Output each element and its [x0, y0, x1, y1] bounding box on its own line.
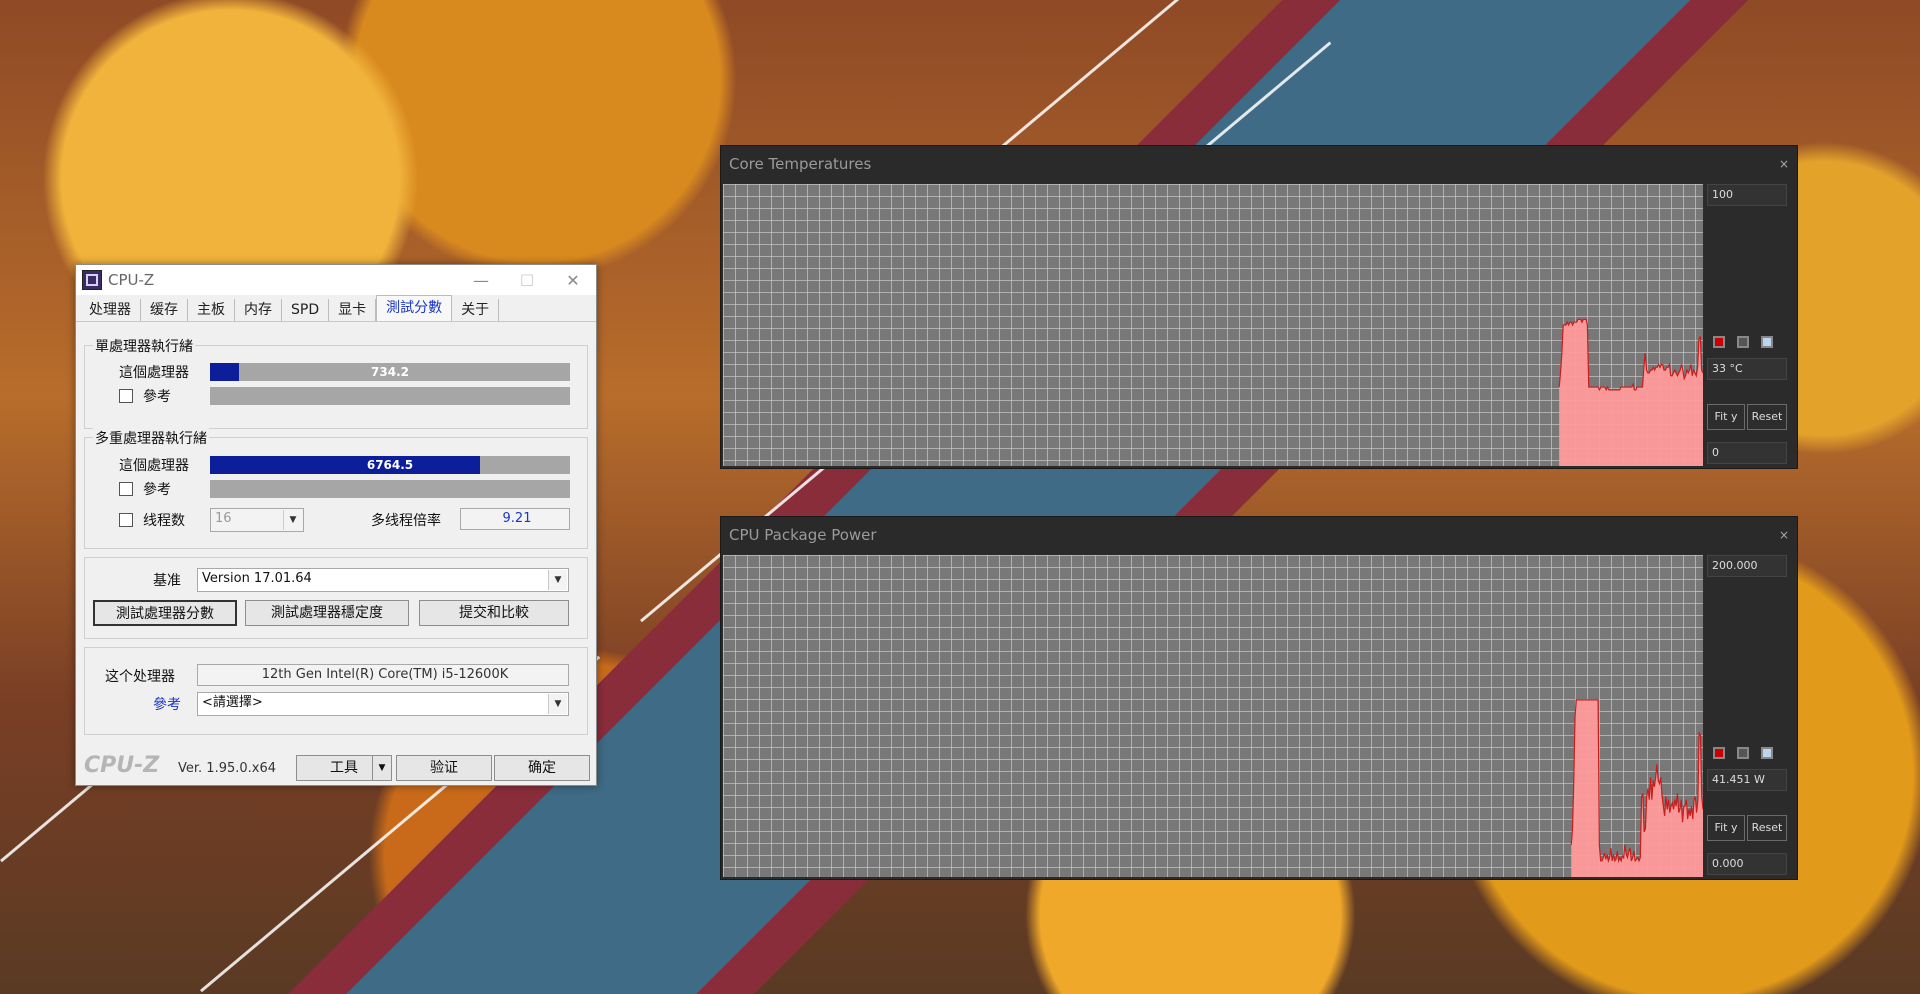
- ref-processor-value: <請選擇>: [202, 695, 263, 710]
- threads-checkbox[interactable]: [119, 513, 133, 527]
- tab-cache[interactable]: 缓存: [141, 299, 188, 321]
- temp-reset-button[interactable]: Reset: [1747, 404, 1787, 430]
- chevron-down-icon: ▼: [372, 756, 391, 780]
- bench-score-button[interactable]: 測試處理器分數: [93, 600, 237, 626]
- color-swatch-blue[interactable]: [1761, 747, 1773, 759]
- ratio-label: 多线程倍率: [371, 513, 441, 529]
- this-processor-label: 这个处理器: [105, 669, 175, 685]
- cpuz-title: CPU-Z: [108, 271, 155, 289]
- tab-bench[interactable]: 測試分數: [376, 295, 453, 321]
- tab-processor[interactable]: 处理器: [80, 299, 141, 321]
- power-fit-y-button[interactable]: Fit y: [1707, 815, 1745, 841]
- bench-group: 基准 Version 17.01.64 ▼ 測試處理器分數 測試處理器穩定度 提…: [84, 557, 588, 639]
- power-plot: [723, 555, 1703, 877]
- stress-button[interactable]: 測試處理器穩定度: [245, 600, 409, 626]
- ok-button[interactable]: 确定: [494, 755, 590, 781]
- bench-version-value: Version 17.01.64: [202, 571, 312, 586]
- single-thread-label: 單處理器執行緒: [93, 336, 195, 356]
- power-series-svg: [1570, 699, 1703, 877]
- cpuz-titlebar[interactable]: CPU-Z — ☐ ✕: [76, 265, 596, 295]
- multi-ref-bar: [210, 480, 570, 498]
- multi-ref-label: 參考: [143, 482, 171, 498]
- processor-group: 这个处理器 12th Gen Intel(R) Core(TM) i5-1260…: [84, 647, 588, 735]
- single-this-bar: 734.2: [210, 363, 570, 381]
- power-series-area: [1571, 699, 1703, 877]
- temp-monitor-title: Core Temperatures: [729, 155, 872, 173]
- power-monitor-titlebar[interactable]: CPU Package Power ×: [721, 517, 1797, 553]
- temp-max-field[interactable]: 100: [1707, 184, 1787, 206]
- single-thread-group: 單處理器執行緒 這個處理器 734.2 參考: [84, 336, 588, 429]
- bench-label: 基准: [153, 573, 181, 589]
- color-swatch-blue[interactable]: [1761, 336, 1773, 348]
- tools-label: 工具: [330, 760, 358, 776]
- tab-bar: 处理器 缓存 主板 内存 SPD 显卡 測試分數 关于: [76, 295, 596, 322]
- color-swatch-gray[interactable]: [1737, 747, 1749, 759]
- single-ref-checkbox[interactable]: [119, 389, 133, 403]
- power-current-field: 41.451 W: [1707, 769, 1787, 791]
- single-ref-label: 參考: [143, 389, 171, 405]
- power-min-field[interactable]: 0.000: [1707, 853, 1787, 875]
- tab-graphics[interactable]: 显卡: [329, 299, 377, 321]
- chevron-down-icon: ▼: [548, 694, 567, 714]
- close-icon[interactable]: ×: [1779, 146, 1789, 182]
- cpuz-app-icon: [82, 270, 102, 290]
- temp-fit-y-button[interactable]: Fit y: [1707, 404, 1745, 430]
- maximize-button[interactable]: ☐: [504, 265, 550, 295]
- close-button[interactable]: ✕: [550, 265, 596, 295]
- temp-plot: [723, 184, 1703, 466]
- color-swatch-red[interactable]: [1713, 747, 1725, 759]
- single-this-label: 這個處理器: [119, 365, 189, 381]
- ref-processor-select[interactable]: <請選擇> ▼: [197, 692, 569, 716]
- multi-thread-group: 多重處理器執行緒 這個處理器 6764.5 參考 线程数 16 ▼ 多线程倍率 …: [84, 428, 588, 549]
- color-swatch-red[interactable]: [1713, 336, 1725, 348]
- threads-value: 16: [215, 511, 232, 526]
- cpuz-window: CPU-Z — ☐ ✕ 处理器 缓存 主板 内存 SPD 显卡 測試分數 关于 …: [75, 264, 597, 786]
- temp-monitor-window: Core Temperatures × 100 33 °C Fit y Rese…: [720, 145, 1798, 469]
- threads-label: 线程数: [143, 513, 185, 529]
- validate-button[interactable]: 验证: [396, 755, 492, 781]
- version-label: Ver. 1.95.0.x64: [178, 761, 277, 776]
- ratio-value: 9.21: [460, 508, 570, 530]
- temp-monitor-titlebar[interactable]: Core Temperatures ×: [721, 146, 1797, 182]
- power-max-field[interactable]: 200.000: [1707, 555, 1787, 577]
- temp-series-area: [1559, 319, 1703, 466]
- close-icon[interactable]: ×: [1779, 517, 1789, 553]
- tab-about[interactable]: 关于: [452, 299, 500, 321]
- tab-spd[interactable]: SPD: [282, 299, 330, 321]
- temp-series-svg: [1558, 318, 1703, 466]
- power-monitor-title: CPU Package Power: [729, 526, 877, 544]
- temp-min-field[interactable]: 0: [1707, 442, 1787, 464]
- multi-this-score: 6764.5: [366, 458, 414, 472]
- color-swatch-gray[interactable]: [1737, 336, 1749, 348]
- cpuz-logo: CPU-Z: [84, 753, 160, 778]
- temp-current-field: 33 °C: [1707, 358, 1787, 380]
- tools-button[interactable]: 工具 ▼: [296, 755, 392, 781]
- threads-select[interactable]: 16 ▼: [210, 508, 304, 532]
- power-monitor-window: CPU Package Power × 200.000 41.451 W Fit…: [720, 516, 1798, 880]
- chevron-down-icon: ▼: [548, 570, 567, 590]
- power-reset-button[interactable]: Reset: [1747, 815, 1787, 841]
- ref-processor-label: 參考: [153, 697, 181, 713]
- single-ref-bar: [210, 387, 570, 405]
- multi-thread-label: 多重處理器執行緒: [93, 428, 209, 448]
- this-processor-value: 12th Gen Intel(R) Core(TM) i5-12600K: [197, 664, 569, 686]
- bench-version-select[interactable]: Version 17.01.64 ▼: [197, 568, 569, 592]
- multi-ref-checkbox[interactable]: [119, 482, 133, 496]
- submit-compare-button[interactable]: 提交和比較: [419, 600, 569, 626]
- multi-this-label: 這個處理器: [119, 458, 189, 474]
- tab-mainboard[interactable]: 主板: [188, 299, 235, 321]
- chevron-down-icon: ▼: [283, 510, 302, 530]
- multi-this-bar: 6764.5: [210, 456, 570, 474]
- single-this-score: 734.2: [371, 365, 409, 379]
- minimize-button[interactable]: —: [458, 265, 504, 295]
- tab-memory[interactable]: 内存: [235, 299, 282, 321]
